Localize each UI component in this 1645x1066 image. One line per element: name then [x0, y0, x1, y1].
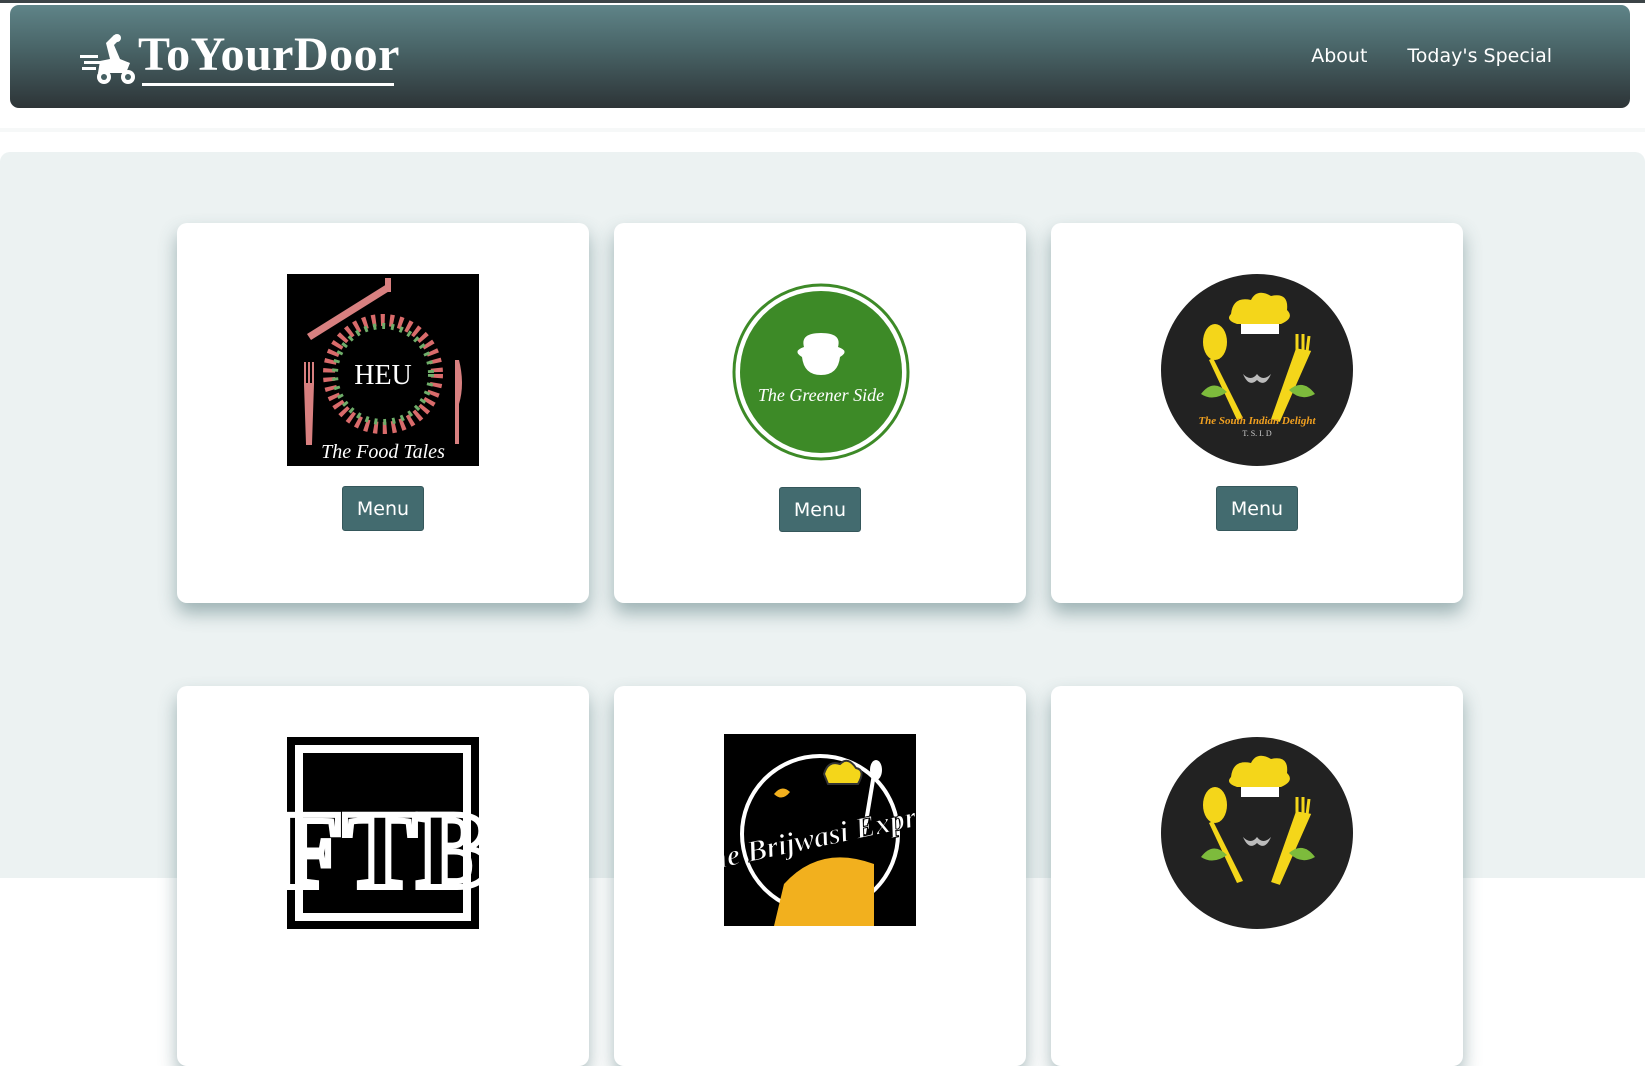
nav-todays-special-link[interactable]: Today's Special	[1407, 45, 1552, 67]
brijwasi-express-logo[interactable]: The Brijwasi Express	[724, 734, 916, 926]
restaurant-grid: HEU The Food Tales Menu The Greener Side…	[0, 152, 1645, 1066]
south-indian-delight-sub: T. S. I. D	[1242, 429, 1271, 438]
nav-links: About Today's Special	[1311, 45, 1552, 67]
ftb-logo-text: FTB	[287, 789, 479, 911]
south-indian-delight-logo[interactable]	[1161, 737, 1353, 929]
restaurant-card: The South Indian Delight T. S. I. D Menu	[1051, 223, 1463, 603]
south-indian-delight-logo[interactable]: The South Indian Delight T. S. I. D	[1161, 274, 1353, 466]
south-indian-delight-caption: The South Indian Delight	[1198, 415, 1316, 427]
divider	[0, 128, 1645, 132]
navbar: ToYourDoor About Today's Special	[10, 5, 1630, 108]
restaurant-card	[1051, 686, 1463, 1066]
nav-about-link[interactable]: About	[1311, 45, 1367, 67]
top-border	[0, 0, 1645, 3]
ftb-logo[interactable]: FTB	[287, 737, 479, 929]
greener-side-logo[interactable]: The Greener Side	[732, 283, 910, 461]
menu-button[interactable]: Menu	[779, 487, 861, 532]
brand-name: ToYourDoor	[138, 28, 400, 81]
menu-button[interactable]: Menu	[1216, 486, 1298, 531]
brand-underline	[142, 83, 394, 86]
food-tales-logo-text: HEU	[354, 360, 412, 391]
food-tales-logo[interactable]: HEU The Food Tales	[287, 274, 479, 466]
greener-side-logo-caption: The Greener Side	[758, 385, 884, 405]
restaurant-card: HEU The Food Tales Menu	[177, 223, 589, 603]
menu-button[interactable]: Menu	[342, 486, 424, 531]
restaurant-card: The Brijwasi Express	[614, 686, 1026, 1066]
restaurant-card: FTB	[177, 686, 589, 1066]
brand-logo[interactable]: ToYourDoor	[80, 27, 400, 87]
restaurant-card: The Greener Side Menu	[614, 223, 1026, 603]
food-tales-logo-caption: The Food Tales	[321, 441, 445, 463]
delivery-scooter-icon	[80, 34, 135, 84]
